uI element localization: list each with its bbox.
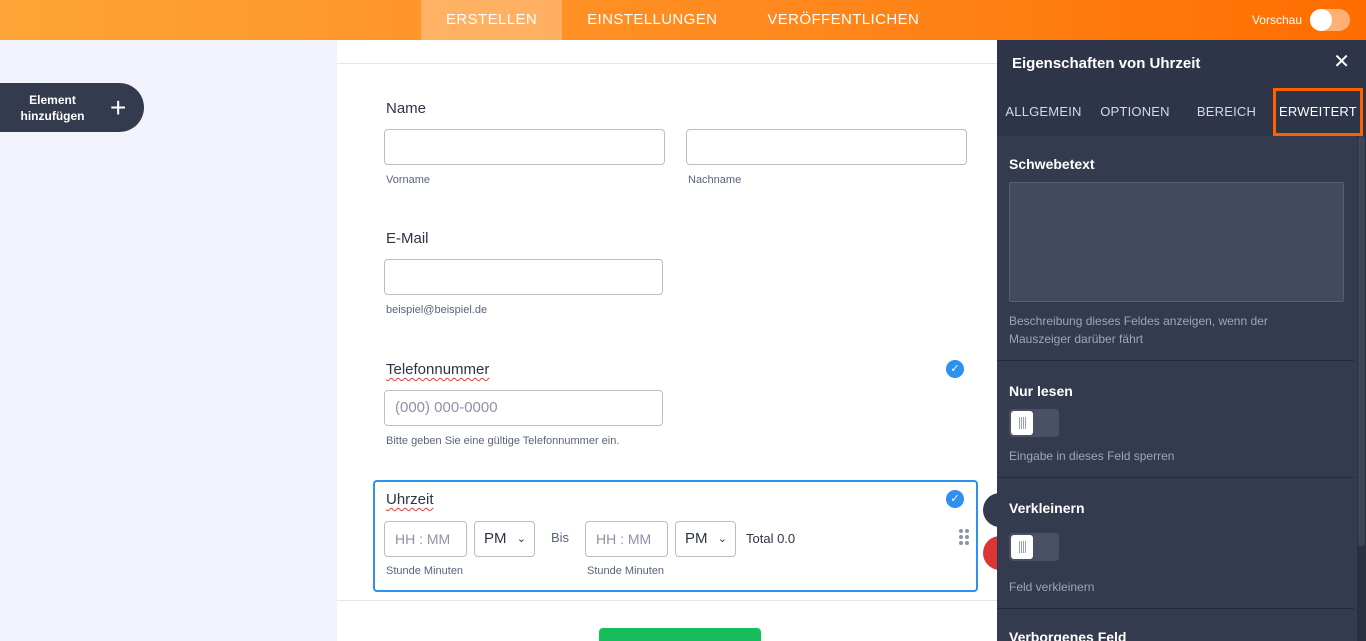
scrollbar-thumb[interactable] [1358,136,1365,546]
ampm-value: PM [484,530,507,547]
read-only-desc: Eingabe in dieses Feld sperren [1009,449,1175,463]
time-from-sublabel: Stunde Minuten [386,565,464,577]
toggle-knob [1011,535,1033,559]
time-from-input[interactable]: HH : MM [384,521,467,557]
hover-text-title: Schwebetext [1009,156,1095,172]
add-element-button[interactable]: Element hinzufügen + [0,83,144,132]
shrink-desc: Feld verkleinern [1009,580,1095,594]
divider [997,477,1354,478]
toggle-knob [1011,411,1033,435]
phone-sublabel: Bitte geben Sie eine gültige Telefonnumm… [386,435,620,447]
check-icon: ✓ [946,360,964,378]
divider [997,360,1354,361]
divider [997,608,1354,609]
shrink-title: Verkleinern [1009,500,1085,516]
time-range-separator: Bis [551,530,570,545]
panel-header: Eigenschaften von Uhrzeit ✕ [997,40,1366,88]
panel-body: Schwebetext Beschreibung dieses Feldes a… [997,136,1366,641]
first-name-sublabel: Vorname [386,174,431,186]
form-canvas: Name Vorname Nachname E-Mail beispiel@be… [337,40,1013,641]
panel-tabs: ALLGEMEIN OPTIONEN BEREICH ERWEITERT [997,88,1366,136]
read-only-title: Nur lesen [1009,383,1073,399]
toggle-knob [1310,9,1332,31]
drag-handle-icon[interactable] [959,529,969,545]
time-to-ampm-select[interactable]: PM ⌄ [675,521,736,557]
close-icon[interactable]: ✕ [1333,52,1350,72]
top-bar: ERSTELLEN EINSTELLUNGEN VERÖFFENTLICHEN … [0,0,1366,40]
time-label: Uhrzeit [386,491,434,508]
name-label: Name [386,100,427,117]
tab-optionen[interactable]: OPTIONEN [1090,88,1180,136]
top-nav: ERSTELLEN EINSTELLUNGEN VERÖFFENTLICHEN [421,0,944,40]
divider [337,600,997,601]
preview-label: Vorschau [1251,13,1302,27]
time-to-input[interactable]: HH : MM [585,521,668,557]
add-element-line1: Element [29,92,76,107]
time-from-ampm-select[interactable]: PM ⌄ [474,521,535,557]
preview-toggle[interactable] [1310,9,1350,31]
hover-text-input[interactable] [1009,182,1344,302]
ampm-value: PM [685,530,708,547]
read-only-toggle[interactable] [1009,409,1059,437]
properties-panel: Eigenschaften von Uhrzeit ✕ ALLGEMEIN OP… [997,40,1366,641]
panel-title: Eigenschaften von Uhrzeit [1012,55,1201,72]
first-name-input[interactable] [384,129,665,165]
tab-bereich[interactable]: BEREICH [1180,88,1273,136]
email-label: E-Mail [386,230,429,247]
chevron-down-icon: ⌄ [717,533,727,545]
last-name-sublabel: Nachname [688,174,742,186]
plus-icon: + [110,91,127,123]
email-input[interactable] [384,259,663,295]
divider [337,63,997,64]
hidden-field-title: Verborgenes Feld [1009,629,1127,641]
phone-label: Telefonnummer [386,361,490,378]
shrink-toggle[interactable] [1009,533,1059,561]
last-name-input[interactable] [686,129,967,165]
submit-button[interactable] [599,628,761,641]
tab-erstellen[interactable]: ERSTELLEN [421,0,563,40]
hover-text-desc: Beschreibung dieses Feldes anzeigen, wen… [1009,314,1268,346]
preview-control: Vorschau [1252,0,1350,40]
tab-erweitert[interactable]: ERWEITERT [1273,88,1363,136]
phone-input[interactable]: (000) 000-0000 [384,390,663,426]
add-element-label: Element hinzufügen [0,92,105,124]
check-icon: ✓ [946,490,964,508]
tab-veroeffentlichen[interactable]: VERÖFFENTLICHEN [742,0,944,40]
chevron-down-icon: ⌄ [516,533,526,545]
email-sublabel: beispiel@beispiel.de [386,304,488,316]
panel-scrollbar[interactable] [1357,136,1366,641]
tab-einstellungen[interactable]: EINSTELLUNGEN [562,0,742,40]
time-to-sublabel: Stunde Minuten [587,565,665,577]
time-total: Total 0.0 [746,531,796,546]
add-element-line2: hinzufügen [20,108,85,123]
tab-allgemein[interactable]: ALLGEMEIN [997,88,1090,136]
